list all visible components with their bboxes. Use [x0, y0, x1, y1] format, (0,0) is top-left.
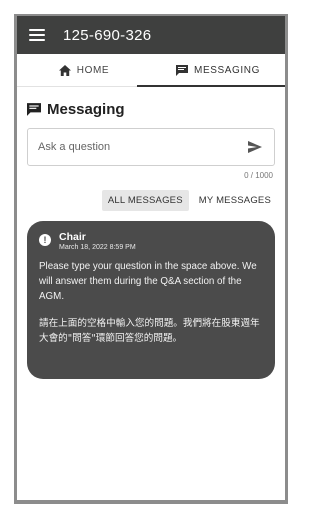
tab-messaging-label: MESSAGING: [194, 64, 260, 76]
message-timestamp: March 18, 2022 8:59 PM: [59, 244, 136, 251]
message-filters: ALL MESSAGES MY MESSAGES: [17, 190, 277, 211]
chat-icon: [27, 103, 41, 116]
page-title: Messaging: [47, 101, 125, 118]
question-input-box: [27, 128, 275, 166]
tab-home[interactable]: HOME: [17, 54, 151, 86]
meeting-id: 125-690-326: [63, 26, 152, 44]
messaging-header: Messaging: [27, 101, 285, 118]
all-messages-button[interactable]: ALL MESSAGES: [101, 190, 189, 211]
device-frame: 125-690-326 HOME MESSAGING Messaging Ask…: [14, 14, 288, 504]
hamburger-menu-icon[interactable]: [29, 29, 45, 41]
character-counter: 0 / 1000: [244, 171, 273, 180]
message-body-english: Please type your question in the space a…: [39, 261, 257, 302]
question-input[interactable]: [38, 141, 238, 153]
send-icon[interactable]: [246, 138, 264, 156]
tab-home-label: HOME: [76, 64, 110, 76]
message-author: Chair: [59, 231, 86, 243]
message-card: ! Chair March 18, 2022 8:59 PM Please ty…: [27, 221, 275, 379]
tab-messaging[interactable]: MESSAGING: [151, 54, 285, 86]
active-tab-indicator: [137, 85, 285, 87]
home-icon: [58, 64, 71, 76]
top-bar: 125-690-326: [17, 16, 285, 54]
message-body-chinese: 請在上面的空格中輸入您的問題。我們將在股東週年大會的"問答"環節回答您的問題。: [39, 318, 260, 344]
my-messages-button[interactable]: MY MESSAGES: [193, 190, 277, 211]
chat-icon: [176, 64, 189, 76]
app-screen: 125-690-326 HOME MESSAGING Messaging Ask…: [17, 16, 285, 500]
tab-bar: HOME MESSAGING: [17, 54, 285, 87]
alert-icon: !: [39, 234, 51, 246]
message-header: ! Chair March 18, 2022 8:59 PM: [39, 231, 263, 251]
